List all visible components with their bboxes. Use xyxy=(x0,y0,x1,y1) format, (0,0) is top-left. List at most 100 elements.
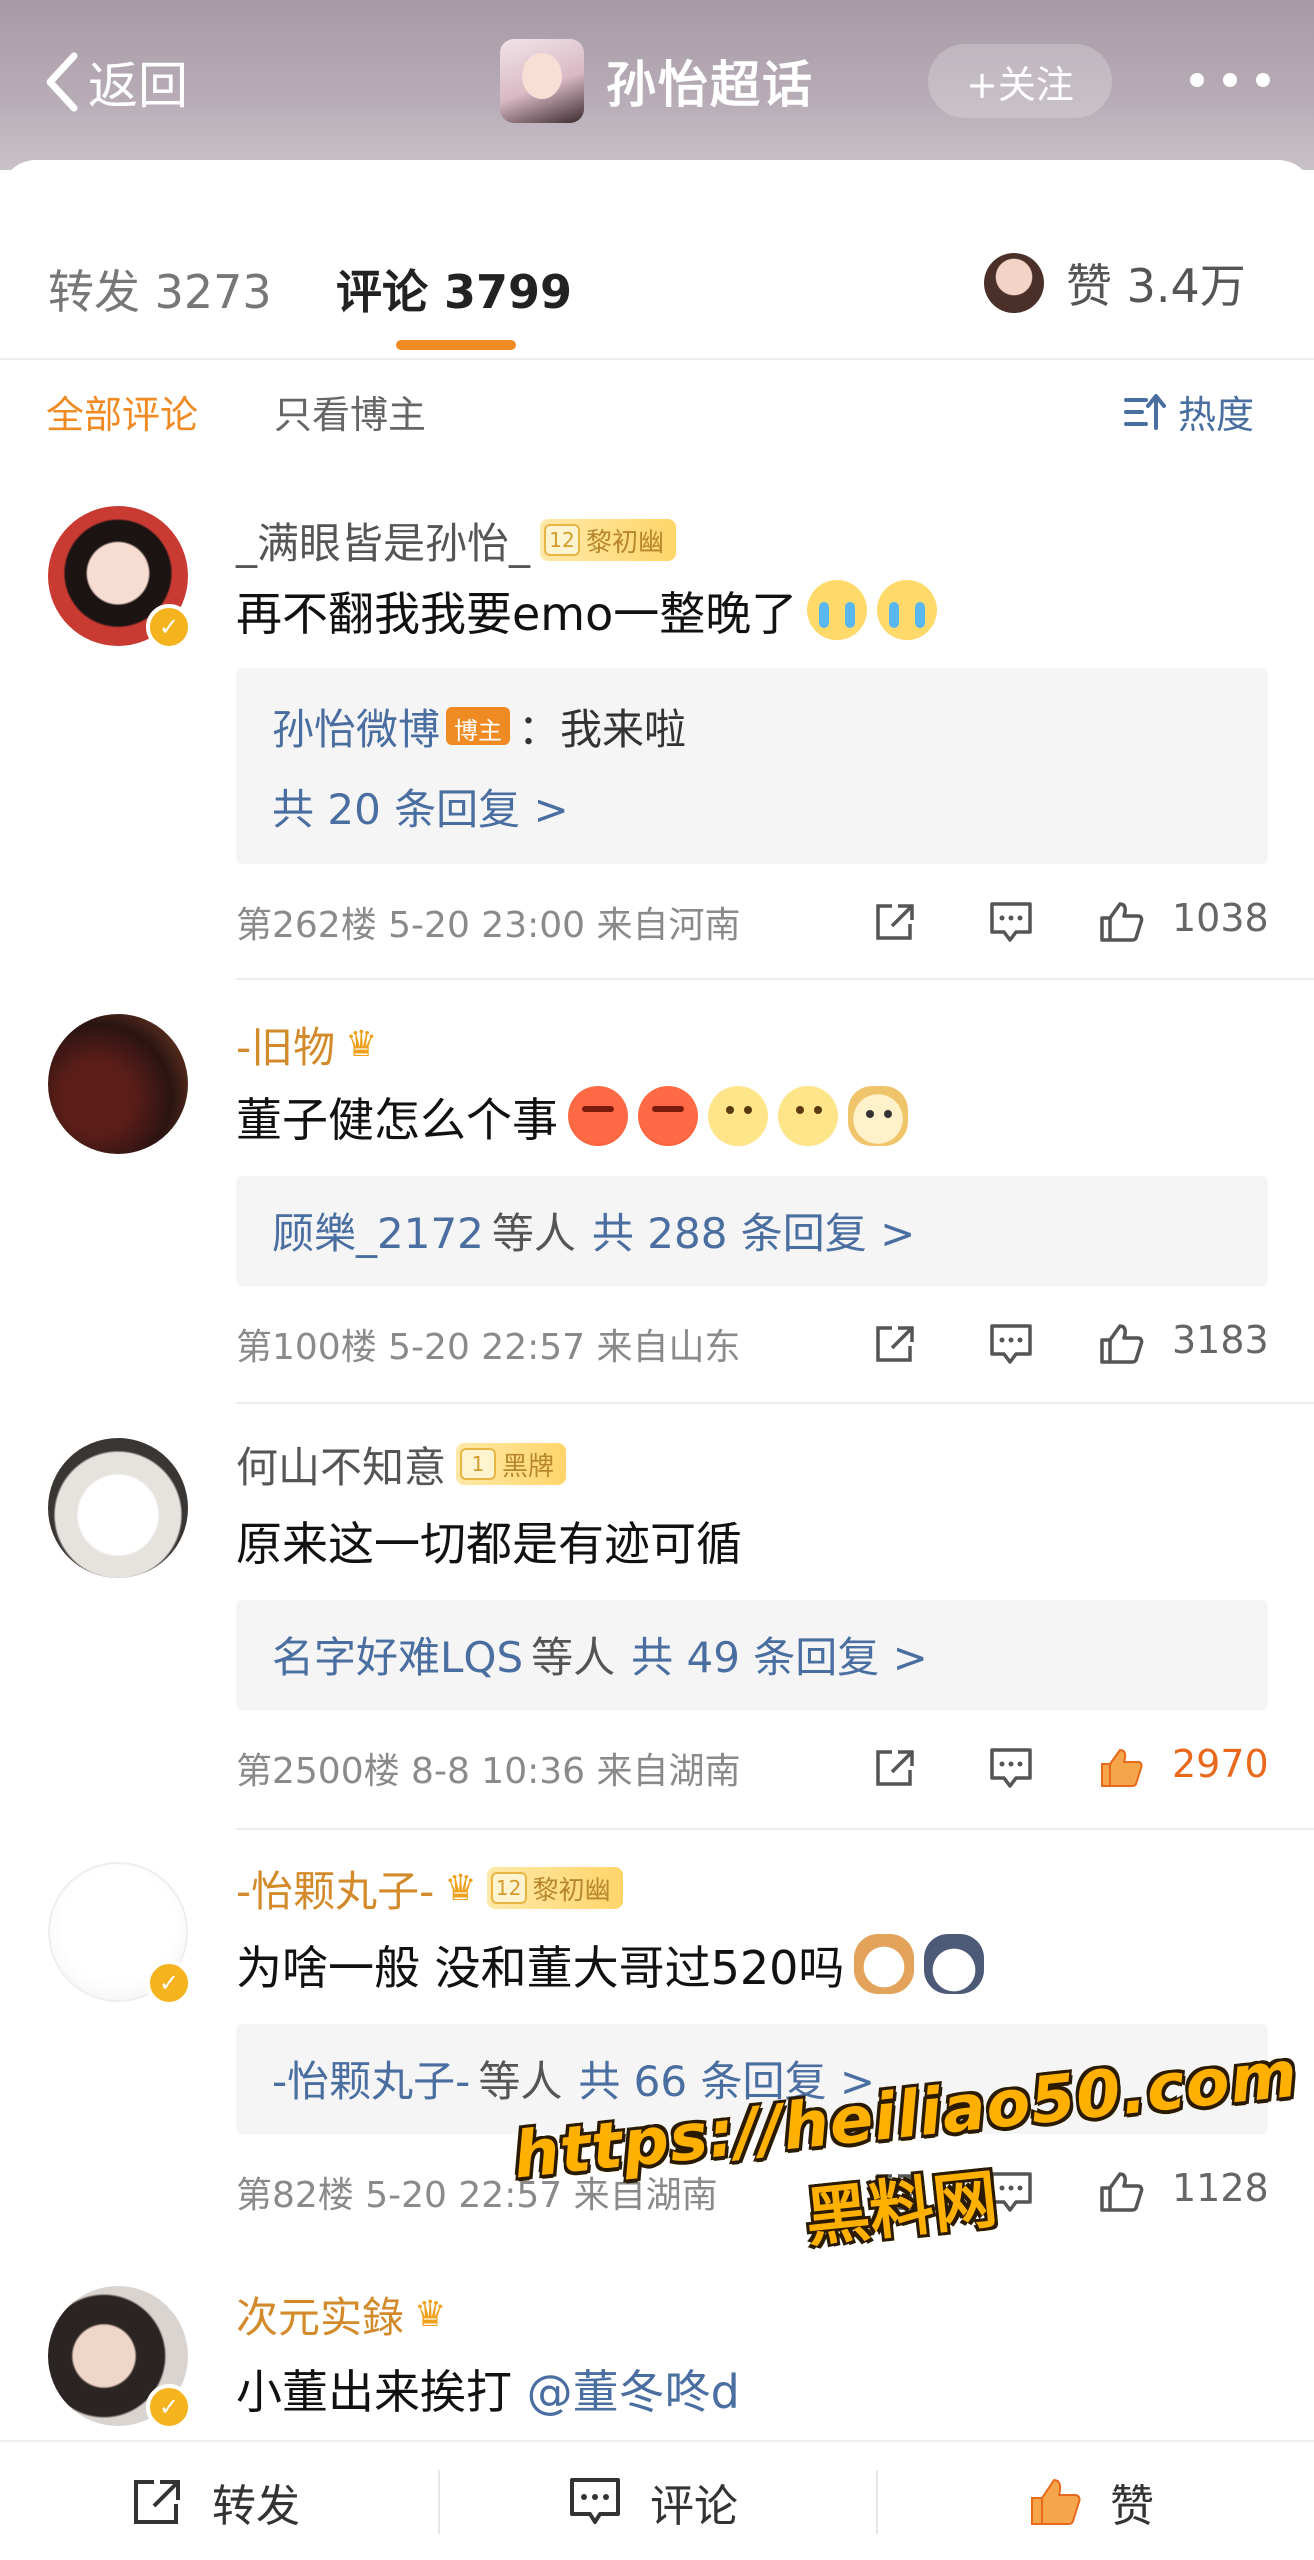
more-icon[interactable] xyxy=(1190,60,1270,100)
reply-username[interactable]: 孙怡微博 xyxy=(272,696,440,757)
topic-avatar xyxy=(500,39,584,123)
reply-muted-text: 等人 xyxy=(531,1632,616,1682)
tab-repost[interactable]: 转发 3273 xyxy=(48,256,272,322)
comment-text: 为啥一般 没和董大哥过520吗 xyxy=(236,1932,985,1998)
like-count: 3183 xyxy=(1172,1318,1269,1362)
share-icon[interactable] xyxy=(872,900,918,944)
comment-username[interactable]: -怡颗丸子- xyxy=(236,1858,434,1919)
comment-divider xyxy=(236,978,1314,980)
thumb-up-active-icon[interactable] xyxy=(1098,1746,1144,1790)
share-icon[interactable] xyxy=(872,1746,918,1790)
back-button[interactable]: 返回 xyxy=(40,42,188,122)
crying-emoji-icon xyxy=(877,580,938,640)
tab-bar: 转发 3273 评论 3799 赞 3.4万 xyxy=(0,230,1314,360)
comment-username[interactable]: -旧物 xyxy=(236,1014,335,1075)
reply-muted-text: 等人 xyxy=(491,1208,576,1258)
bottom-separator xyxy=(438,2470,440,2534)
sort-label: 热度 xyxy=(1178,393,1255,437)
comment-body: 小董出来挨打 xyxy=(236,2365,512,2419)
like-summary-label: 赞 3.4万 xyxy=(1066,259,1246,313)
reply-preview[interactable]: 名字好难LQS 等人共 49 条回复 > xyxy=(236,1600,1268,1710)
share-icon xyxy=(134,2480,180,2524)
fan-badge-level: 12 xyxy=(490,1872,527,1904)
fan-badge-level: 1 xyxy=(460,1448,497,1480)
fan-badge: 12 黎初幽 xyxy=(486,1867,623,1909)
crown-icon: ♛ xyxy=(414,2293,447,2335)
comment-actions: 2970 xyxy=(0,1738,1269,1798)
fan-badge: 12 黎初幽 xyxy=(540,519,677,561)
bottom-comment-label: 评论 xyxy=(650,2481,738,2532)
reply-preview[interactable]: 顾樂_2172 等人共 288 条回复 > xyxy=(236,1176,1268,1286)
avatar[interactable] xyxy=(48,1438,194,1584)
filter-owner-only[interactable]: 只看博主 xyxy=(274,384,426,439)
header-bar: 返回 孙怡超话 +关注 xyxy=(0,0,1314,170)
comment-divider xyxy=(236,1828,1314,1830)
bottom-action-bar: 转发 评论 赞 xyxy=(0,2440,1314,2560)
sort-button[interactable]: 热度 xyxy=(1124,384,1254,439)
comment-username[interactable]: 何山不知意 xyxy=(236,1434,446,1495)
comment-username[interactable]: _满眼皆是孙怡_ xyxy=(236,510,530,571)
comment-icon[interactable] xyxy=(988,900,1034,944)
bottom-repost-button[interactable]: 转发 xyxy=(130,2442,300,2560)
verified-icon: ✓ xyxy=(146,604,192,650)
avatar[interactable]: ✓ xyxy=(48,1862,194,2008)
tab-like[interactable]: 赞 3.4万 xyxy=(984,250,1246,316)
comment-actions: 1038 xyxy=(0,892,1269,952)
comment-body: 董子健怎么个事 xyxy=(236,1093,558,1147)
back-label: 返回 xyxy=(88,57,188,115)
like-count: 1038 xyxy=(1172,896,1269,940)
crown-icon: ♛ xyxy=(345,1023,378,1065)
reply-muted-text: 等人 xyxy=(478,2056,563,2106)
crying-emoji-icon xyxy=(807,580,868,640)
avatar-image xyxy=(48,1014,188,1154)
tab-comment[interactable]: 评论 3799 xyxy=(336,256,572,322)
reply-line: 孙怡微博 博主 ：我来啦 xyxy=(272,686,1232,766)
doge-emoji-icon xyxy=(848,1086,908,1146)
fan-badge-text: 黑牌 xyxy=(502,1451,555,1482)
topic-title: 孙怡超话 xyxy=(606,56,814,114)
mention-link[interactable]: @董冬咚d xyxy=(527,2365,740,2419)
bottom-like-button[interactable]: 赞 xyxy=(1028,2442,1154,2560)
bottom-like-label: 赞 xyxy=(1110,2481,1154,2532)
fan-badge: 1 黑牌 xyxy=(456,1443,567,1485)
comment-username[interactable]: 次元实錄 xyxy=(236,2284,404,2345)
reply-text: ：我来啦 xyxy=(518,704,687,754)
comment-text: 原来这一切都是有迹可循 xyxy=(236,1508,742,1574)
reply-username[interactable]: -怡颗丸子- xyxy=(272,2048,470,2109)
reply-line: 顾樂_2172 等人共 288 条回复 > xyxy=(272,1190,1232,1270)
reply-total-link[interactable]: 共 49 条回复 > xyxy=(631,1624,928,1685)
filter-all-comments[interactable]: 全部评论 xyxy=(46,384,198,439)
reply-total-link[interactable]: 共 288 条回复 > xyxy=(592,1200,915,1261)
avatar[interactable]: ✓ xyxy=(48,2286,194,2432)
topic-header[interactable]: 孙怡超话 xyxy=(500,38,814,124)
comment-text: 小董出来挨打 @董冬咚d xyxy=(236,2356,740,2422)
thumb-up-icon[interactable] xyxy=(1098,1322,1144,1366)
reply-username[interactable]: 名字好难LQS xyxy=(272,1624,523,1685)
angry-emoji-icon xyxy=(568,1086,628,1146)
fan-badge-level: 12 xyxy=(544,524,581,556)
comment-icon[interactable] xyxy=(988,1746,1034,1790)
like-count: 2970 xyxy=(1172,1742,1269,1786)
verified-icon: ✓ xyxy=(146,2384,192,2430)
thumb-up-icon[interactable] xyxy=(1098,900,1144,944)
avatar[interactable] xyxy=(48,1014,194,1160)
follow-button[interactable]: +关注 xyxy=(928,44,1112,118)
reply-preview[interactable]: 孙怡微博 博主 ：我来啦 共 20 条回复 > xyxy=(236,668,1268,864)
crown-icon: ♛ xyxy=(444,1867,477,1909)
reply-total-line[interactable]: 共 20 条回复 > xyxy=(272,766,1232,846)
reply-total-link[interactable]: 共 20 条回复 > xyxy=(272,776,569,837)
owner-tag: 博主 xyxy=(446,707,511,745)
sort-icon xyxy=(1124,393,1166,430)
fan-badge-text: 黎初幽 xyxy=(586,527,665,558)
comment-divider xyxy=(236,1402,1314,1404)
comment-body: 为啥一般 没和董大哥过520吗 xyxy=(236,1941,845,1995)
tab-active-indicator xyxy=(396,340,516,350)
reply-line: 名字好难LQS 等人共 49 条回复 > xyxy=(272,1614,1232,1694)
comment-icon[interactable] xyxy=(988,1322,1034,1366)
cat-emoji-icon xyxy=(854,1934,915,1994)
reply-username[interactable]: 顾樂_2172 xyxy=(272,1200,484,1261)
share-icon[interactable] xyxy=(872,1322,918,1366)
bottom-comment-button[interactable]: 评论 xyxy=(568,2442,738,2560)
thinking-emoji-icon xyxy=(778,1086,838,1146)
avatar[interactable]: ✓ xyxy=(48,506,194,652)
